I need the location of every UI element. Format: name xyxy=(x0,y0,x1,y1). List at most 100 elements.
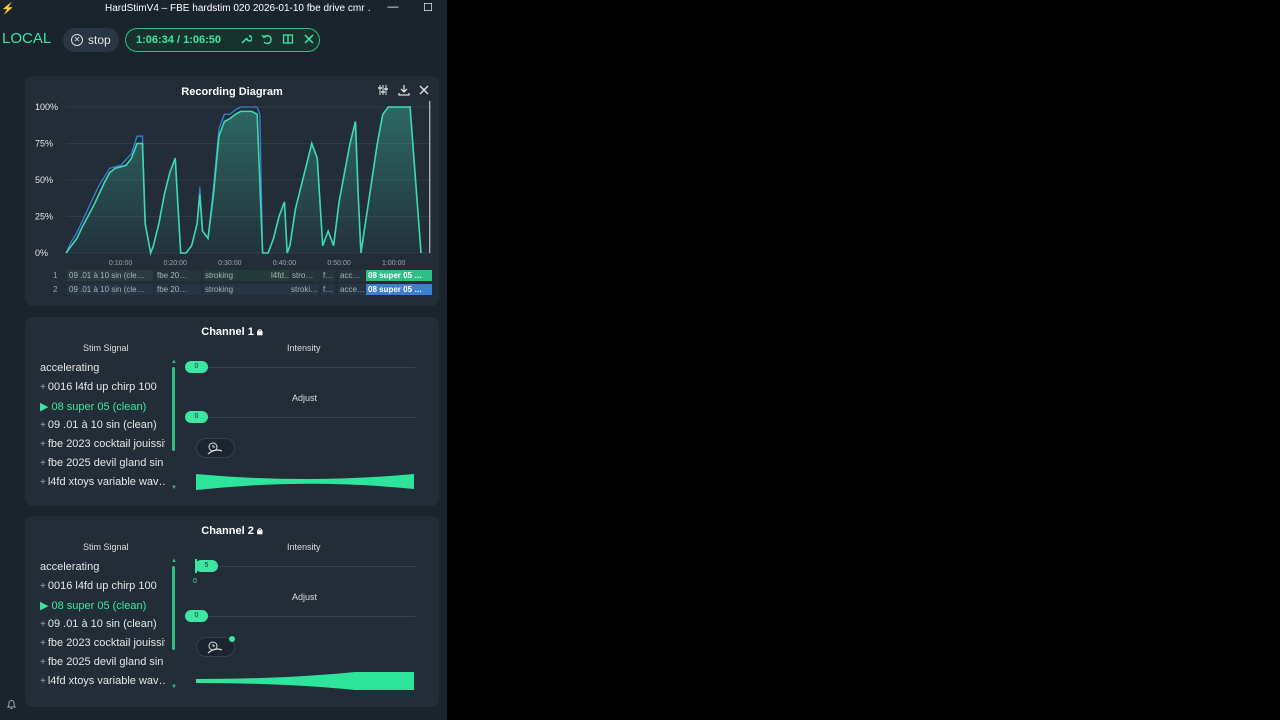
intensity-slider-track[interactable] xyxy=(185,367,415,368)
signal-label: fbe 2023 cocktail jouissif xyxy=(47,637,165,649)
x-tick-label: 0:10:00 xyxy=(109,260,132,267)
track-segment[interactable]: stroking xyxy=(203,270,269,281)
signal-item[interactable]: ▶ 08 super 05 (clean) xyxy=(40,599,165,612)
track-segment[interactable]: stro… xyxy=(290,270,320,281)
stim-signal-header: Stim Signal xyxy=(83,542,129,552)
track-segment[interactable]: acce… xyxy=(338,284,365,295)
signal-item[interactable]: +0016 l4fd up chirp 100 xyxy=(40,381,165,393)
signal-item[interactable]: + fbe 2025 devil gland sin xyxy=(40,656,165,668)
track-segment[interactable]: 09 .01 à 10 sin (cle… xyxy=(67,284,153,295)
y-tick-label: 100% xyxy=(35,102,58,112)
track-segment[interactable]: fbe 20… xyxy=(155,284,201,295)
window-title: HardStimV4 – FBE hardstim 020 2026-01-10… xyxy=(105,3,370,14)
signal-label: l4fd xtoys variable wav… xyxy=(47,476,165,488)
scroll-up-icon[interactable]: ▲ xyxy=(171,359,177,365)
bell-icon[interactable] xyxy=(6,699,17,713)
signal-item[interactable]: +09 .01 à 10 sin (clean) xyxy=(40,419,165,431)
x-tick-label: 1:00:00 xyxy=(382,260,405,267)
y-tick-label: 25% xyxy=(35,212,53,222)
minimize-button[interactable]: — xyxy=(386,1,400,13)
add-icon: + xyxy=(40,420,46,431)
lightning-icon: ⚡ xyxy=(1,3,15,15)
add-icon: + xyxy=(40,477,46,488)
recording-chart[interactable]: 100% 75% 50% 25% 0% 0:10:00 0:20:00 0:30:00 0:40… xyxy=(25,76,439,276)
scrollbar[interactable] xyxy=(172,566,175,650)
signal-item[interactable]: accelerating xyxy=(40,362,165,374)
scroll-down-icon[interactable]: ▼ xyxy=(171,684,177,690)
intensity-slider[interactable]: 0 xyxy=(185,361,208,373)
wrench-icon[interactable] xyxy=(235,33,256,48)
track-segment[interactable]: fbe 20… xyxy=(155,270,201,281)
channel-1-panel: Channel 1 🔒︎ Stim Signal Intensity accel… xyxy=(25,317,439,506)
track-segment[interactable]: f… xyxy=(321,270,335,281)
signal-item[interactable]: ▶ 08 super 05 (clean) xyxy=(40,400,165,413)
gauge-icon xyxy=(207,442,223,455)
track-segment[interactable]: 08 super 05 … xyxy=(366,284,432,295)
track-segment[interactable]: l4fd… xyxy=(269,270,289,281)
signal-label: 0016 l4fd up chirp 100 xyxy=(47,580,157,592)
adjust-slider[interactable]: 0 xyxy=(185,411,208,423)
play-icon: ▶ xyxy=(40,401,49,413)
signal-label: 09 .01 à 10 sin (clean) xyxy=(47,419,157,431)
track-segment[interactable]: stroki… xyxy=(289,284,319,295)
track-segment[interactable]: f… xyxy=(321,284,335,295)
adjust-slider-track[interactable] xyxy=(195,616,415,617)
scroll-up-icon[interactable]: ▲ xyxy=(171,558,177,564)
close-circle-icon: ✕ xyxy=(71,34,83,46)
columns-icon[interactable] xyxy=(277,33,298,48)
x-tick-label: 0:20:00 xyxy=(164,260,187,267)
signal-label: 0016 l4fd up chirp 100 xyxy=(47,381,157,393)
adjust-slider[interactable]: 0 xyxy=(185,610,208,622)
close-icon[interactable] xyxy=(298,33,319,48)
adjust-slider-track[interactable] xyxy=(185,417,415,418)
add-icon: + xyxy=(40,638,46,649)
add-icon: + xyxy=(40,619,46,630)
waveform-envelope xyxy=(196,474,414,490)
add-icon: + xyxy=(40,581,46,592)
gauge-indicator-dot xyxy=(229,636,235,642)
signal-item[interactable]: + l4fd xtoys variable wav… xyxy=(40,476,165,488)
maximize-button[interactable]: ☐ xyxy=(421,1,435,14)
intensity-header: Intensity xyxy=(287,343,321,353)
recording-diagram-panel: Recording Diagram 100% 75% 50% 25% 0% 0:10:00… xyxy=(25,76,439,306)
track-segment[interactable]: 08 super 05 … xyxy=(366,270,432,281)
add-icon: + xyxy=(40,458,46,469)
stop-button[interactable]: ✕ stop xyxy=(63,28,119,52)
track-segment[interactable]: acc… xyxy=(338,270,365,281)
speed-gauge-button[interactable] xyxy=(196,438,235,458)
scroll-down-icon[interactable]: ▼ xyxy=(171,485,177,491)
channel-2-panel: Channel 2 🔒︎ Stim Signal Intensity accel… xyxy=(25,516,439,707)
signal-label: accelerating xyxy=(40,561,100,573)
signal-item[interactable]: + fbe 2023 cocktail jouissif xyxy=(40,438,165,450)
play-icon: ▶ xyxy=(40,600,49,612)
waveform-envelope xyxy=(196,672,414,690)
signal-item[interactable]: + l4fd xtoys variable wav… xyxy=(40,675,165,687)
intensity-slider[interactable]: 5 xyxy=(195,560,218,572)
signal-item[interactable]: + fbe 2025 devil gland sin xyxy=(40,457,165,469)
signal-label: fbe 2025 devil gland sin xyxy=(47,457,164,469)
add-icon: + xyxy=(40,657,46,668)
signal-label: fbe 2023 cocktail jouissif xyxy=(47,438,165,450)
signal-item[interactable]: accelerating xyxy=(40,561,165,573)
channel-title: Channel 2 🔒︎ xyxy=(201,525,263,537)
lock-icon: 🔒︎ xyxy=(256,326,263,338)
signal-item[interactable]: + fbe 2023 cocktail jouissif xyxy=(40,637,165,649)
signal-label: 08 super 05 (clean) xyxy=(51,401,147,413)
x-tick-label: 0:40:00 xyxy=(273,260,296,267)
undo-icon[interactable] xyxy=(256,33,277,48)
intensity-min-label: 0 xyxy=(193,578,197,585)
mode-label: LOCAL xyxy=(2,30,52,47)
track-segment[interactable]: stroking xyxy=(203,284,289,295)
signal-item[interactable]: +09 .01 à 10 sin (clean) xyxy=(40,618,165,630)
signal-label: fbe 2025 devil gland sin xyxy=(47,656,164,668)
x-tick-label: 0:50:00 xyxy=(327,260,350,267)
signal-item[interactable]: +0016 l4fd up chirp 100 xyxy=(40,580,165,592)
y-tick-label: 0% xyxy=(35,248,48,258)
add-icon: + xyxy=(40,676,46,687)
add-icon: + xyxy=(40,382,46,393)
scrollbar[interactable] xyxy=(172,367,175,451)
intensity-slider-track[interactable] xyxy=(195,566,415,567)
track-segment[interactable]: 09 .01 à 10 sin (cle… xyxy=(67,270,153,281)
intensity-header: Intensity xyxy=(287,542,321,552)
stop-label: stop xyxy=(88,33,111,47)
